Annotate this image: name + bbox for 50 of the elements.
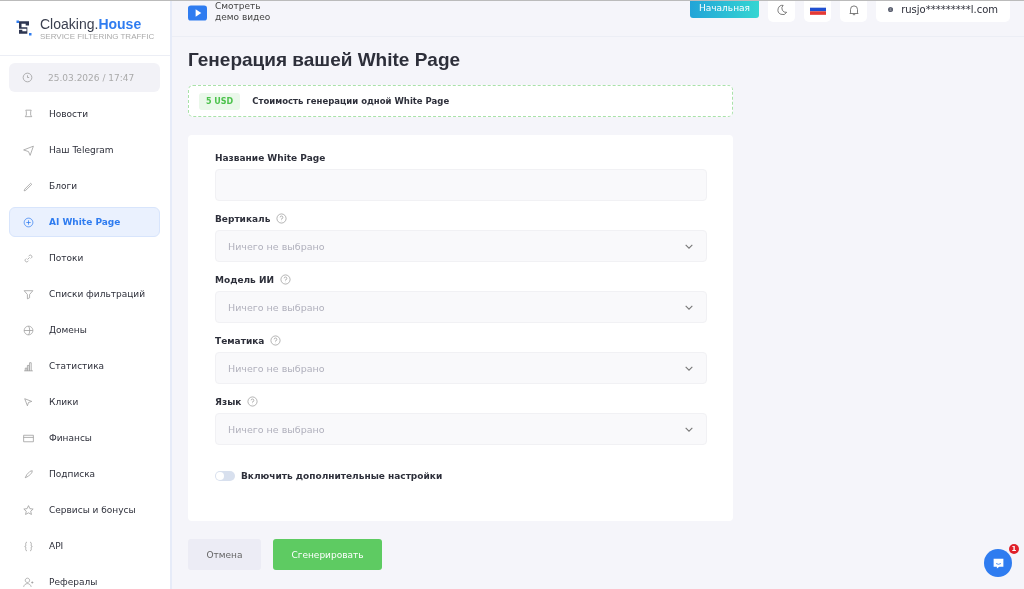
logo-name: Cloaking.House	[40, 15, 143, 32]
notifications-button[interactable]	[840, 1, 867, 22]
sidebar-item[interactable]: API	[9, 531, 160, 561]
field-label: Название White Page	[215, 153, 326, 163]
help-icon[interactable]	[247, 396, 259, 407]
sidebar-item[interactable]: AI White Page	[9, 207, 160, 237]
demo-link[interactable]: демо видео	[215, 12, 271, 23]
help-icon[interactable]	[270, 335, 282, 346]
language-button[interactable]	[804, 1, 831, 22]
flag-icon	[809, 4, 826, 15]
sidebar-item[interactable]: Новости	[9, 99, 160, 129]
theme-button[interactable]	[768, 1, 795, 22]
price-badge: 5 USD	[199, 92, 241, 110]
sidebar-item[interactable]: Потоки	[9, 243, 160, 273]
field-label: Вертикаль	[215, 213, 271, 224]
field-label: Язык	[215, 396, 242, 407]
sidebar-item[interactable]: Подписка	[9, 459, 160, 489]
cost-text: Стоимость генерации одной White Page	[252, 96, 450, 106]
moon-icon	[774, 2, 789, 17]
play-icon[interactable]	[188, 5, 207, 21]
sidebar-item[interactable]: Списки фильтраций	[9, 279, 160, 309]
bell-icon	[846, 2, 861, 17]
chat-icon	[991, 556, 1005, 570]
clock-icon	[21, 71, 34, 84]
sidebar-item[interactable]: Рефералы	[9, 567, 160, 589]
sidebar-item[interactable]: Сервисы и бонусы	[9, 495, 160, 525]
chevron-icon	[684, 303, 694, 311]
logo-tagline: SERVICE FILTERING TRAFFIC	[40, 31, 155, 41]
cancel-button[interactable]: Отмена	[188, 539, 261, 570]
chat-button[interactable]	[984, 549, 1012, 577]
help-icon[interactable]	[276, 213, 288, 224]
chevron-icon	[684, 425, 694, 433]
sidebar-item[interactable]: Наш Telegram	[9, 135, 160, 165]
demo-link[interactable]: Смотреть	[215, 1, 271, 12]
sidebar-item[interactable]: Блоги	[9, 171, 160, 201]
field-label: Тематика	[215, 335, 265, 346]
user-email: rusjo*********l.com	[901, 4, 998, 15]
sidebar-item[interactable]: Клики	[9, 387, 160, 417]
sidebar-item[interactable]: Финансы	[9, 423, 160, 453]
date-text: 25.03.2026 / 17:47	[48, 72, 135, 83]
page-title: Генерация вашей White Page	[188, 49, 462, 71]
toggle-switch[interactable]	[215, 471, 235, 481]
user-menu[interactable]: rusjo*********l.com	[876, 1, 1010, 22]
toggle-label: Включить дополнительные настройки	[241, 471, 443, 481]
field-label: Модель ИИ	[215, 274, 274, 285]
chevron-icon	[684, 364, 694, 372]
sidebar-item[interactable]: Домены	[9, 315, 160, 345]
sidebar-item[interactable]: Статистика	[9, 351, 160, 381]
help-icon[interactable]	[280, 274, 291, 285]
chevron-icon	[684, 242, 694, 250]
